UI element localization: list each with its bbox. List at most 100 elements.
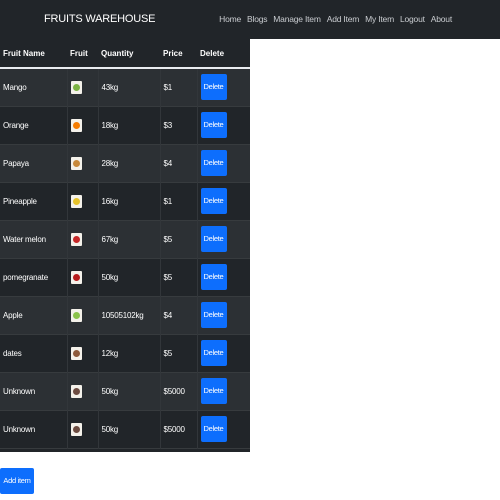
header-quantity: Quantity	[101, 48, 134, 58]
delete-cell: Delete	[197, 410, 250, 448]
delete-cell: Delete	[197, 220, 250, 258]
nav-link-blogs[interactable]: Blogs	[247, 14, 267, 24]
fruit-thumbnail-image	[70, 270, 82, 284]
quantity-cell: 50kg	[98, 258, 161, 296]
fruit-name-cell: Unknown	[0, 372, 68, 410]
delete-cell: Delete	[197, 334, 250, 372]
fruit-thumbnail-fill	[72, 387, 80, 395]
nav-link-logout[interactable]: Logout	[400, 14, 425, 24]
fruit-thumbnail-fill	[72, 197, 80, 205]
quantity-cell: 28kg	[98, 144, 161, 182]
fruit-thumbnail-fill	[72, 235, 80, 243]
price-cell: $5	[160, 220, 198, 258]
quantity-cell: 12kg	[98, 334, 161, 372]
price-cell: $5000	[160, 410, 198, 448]
price-cell: $1	[160, 182, 198, 220]
fruit-name-cell: Water melon	[0, 220, 68, 258]
nav-link-add-item[interactable]: Add Item	[327, 14, 360, 24]
nav-link-about[interactable]: About	[431, 14, 452, 24]
fruit-image-cell	[67, 258, 99, 296]
quantity-cell: 50kg	[98, 410, 161, 448]
header-delete: Delete	[200, 48, 225, 58]
delete-cell: Delete	[197, 182, 250, 220]
table-row: Water melon 67kg $5 Delete	[0, 220, 250, 258]
delete-cell: Delete	[197, 296, 250, 334]
quantity-cell: 50kg	[98, 372, 161, 410]
table-row: Pineapple 16kg $1 Delete	[0, 182, 250, 220]
fruit-thumbnail-fill	[72, 311, 80, 319]
price-cell: $5	[160, 258, 198, 296]
delete-button[interactable]: Delete	[200, 416, 227, 442]
fruit-thumbnail-image	[70, 194, 82, 208]
delete-button[interactable]: Delete	[200, 74, 227, 101]
table-row: Unknown 50kg $5000 Delete	[0, 372, 250, 410]
header-price: Price	[163, 48, 183, 58]
quantity-cell: 18kg	[98, 106, 161, 144]
delete-cell: Delete	[197, 106, 250, 144]
delete-cell: Delete	[197, 144, 250, 182]
delete-button[interactable]: Delete	[200, 302, 227, 328]
quantity-cell: 10505102kg	[98, 296, 161, 334]
fruit-name-cell: pomegranate	[0, 258, 68, 296]
fruit-image-cell	[67, 220, 99, 258]
header-fruit-name: Fruit Name	[3, 48, 45, 58]
price-cell: $3	[160, 106, 198, 144]
fruit-image-cell	[67, 182, 99, 220]
inventory-table-container: Fruit Name Fruit Quantity Price Delete M…	[0, 39, 250, 452]
delete-button[interactable]: Delete	[200, 340, 227, 366]
quantity-cell: 43kg	[98, 68, 161, 106]
nav-links: Home Blogs Manage Item Add Item My Item …	[219, 14, 452, 24]
table-row: dates 12kg $5 Delete	[0, 334, 250, 372]
table-row: Apple 10505102kg $4 Delete	[0, 296, 250, 334]
table-row: Papaya 28kg $4 Delete	[0, 144, 250, 182]
nav-link-home[interactable]: Home	[219, 14, 241, 24]
fruit-image-cell	[67, 372, 99, 410]
delete-button[interactable]: Delete	[200, 150, 227, 176]
delete-cell: Delete	[197, 372, 250, 410]
fruit-thumbnail-image	[70, 156, 82, 170]
fruit-name-cell: dates	[0, 334, 68, 372]
fruit-thumbnail-image	[70, 308, 82, 322]
fruit-thumbnail-fill	[72, 159, 80, 167]
delete-cell: Delete	[197, 258, 250, 296]
fruit-image-cell	[67, 68, 99, 106]
add-item-button[interactable]: Add item	[0, 468, 34, 494]
delete-button[interactable]: Delete	[200, 188, 227, 214]
table-row: Orange 18kg $3 Delete	[0, 106, 250, 144]
fruit-thumbnail-fill	[72, 121, 80, 129]
fruit-name-cell: Unknown	[0, 410, 68, 448]
fruit-thumbnail-image	[70, 80, 82, 94]
table-body: Mango 43kg $1 Delete Orange 18kg $3 Dele…	[0, 68, 250, 448]
nav-link-my-item[interactable]: My Item	[365, 14, 394, 24]
delete-button[interactable]: Delete	[200, 378, 227, 404]
fruit-name-cell: Orange	[0, 106, 68, 144]
fruit-name-cell: Mango	[0, 68, 68, 106]
table-header-row: Fruit Name Fruit Quantity Price Delete	[0, 39, 250, 68]
header-fruit: Fruit	[70, 48, 88, 58]
fruit-image-cell	[67, 144, 99, 182]
price-cell: $5	[160, 334, 198, 372]
fruit-thumbnail-image	[70, 384, 82, 398]
delete-cell: Delete	[197, 68, 250, 106]
fruit-thumbnail-fill	[72, 83, 80, 91]
table-row: Mango 43kg $1 Delete	[0, 68, 250, 106]
table-row: pomegranate 50kg $5 Delete	[0, 258, 250, 296]
fruit-thumbnail-fill	[72, 273, 80, 281]
delete-button[interactable]: Delete	[200, 112, 227, 138]
delete-button[interactable]: Delete	[200, 226, 227, 252]
quantity-cell: 67kg	[98, 220, 161, 258]
fruit-name-cell: Pineapple	[0, 182, 68, 220]
inventory-table: Fruit Name Fruit Quantity Price Delete M…	[0, 39, 250, 449]
delete-button[interactable]: Delete	[200, 264, 227, 290]
fruit-name-cell: Papaya	[0, 144, 68, 182]
brand-title[interactable]: FRUITS WAREHOUSE	[44, 13, 155, 25]
fruit-image-cell	[67, 106, 99, 144]
fruit-thumbnail-image	[70, 346, 82, 360]
nav-link-manage-item[interactable]: Manage Item	[273, 14, 321, 24]
fruit-thumbnail-fill	[72, 425, 80, 433]
quantity-cell: 16kg	[98, 182, 161, 220]
price-cell: $5000	[160, 372, 198, 410]
fruit-thumbnail-image	[70, 118, 82, 132]
fruit-name-cell: Apple	[0, 296, 68, 334]
fruit-thumbnail-fill	[72, 349, 80, 357]
